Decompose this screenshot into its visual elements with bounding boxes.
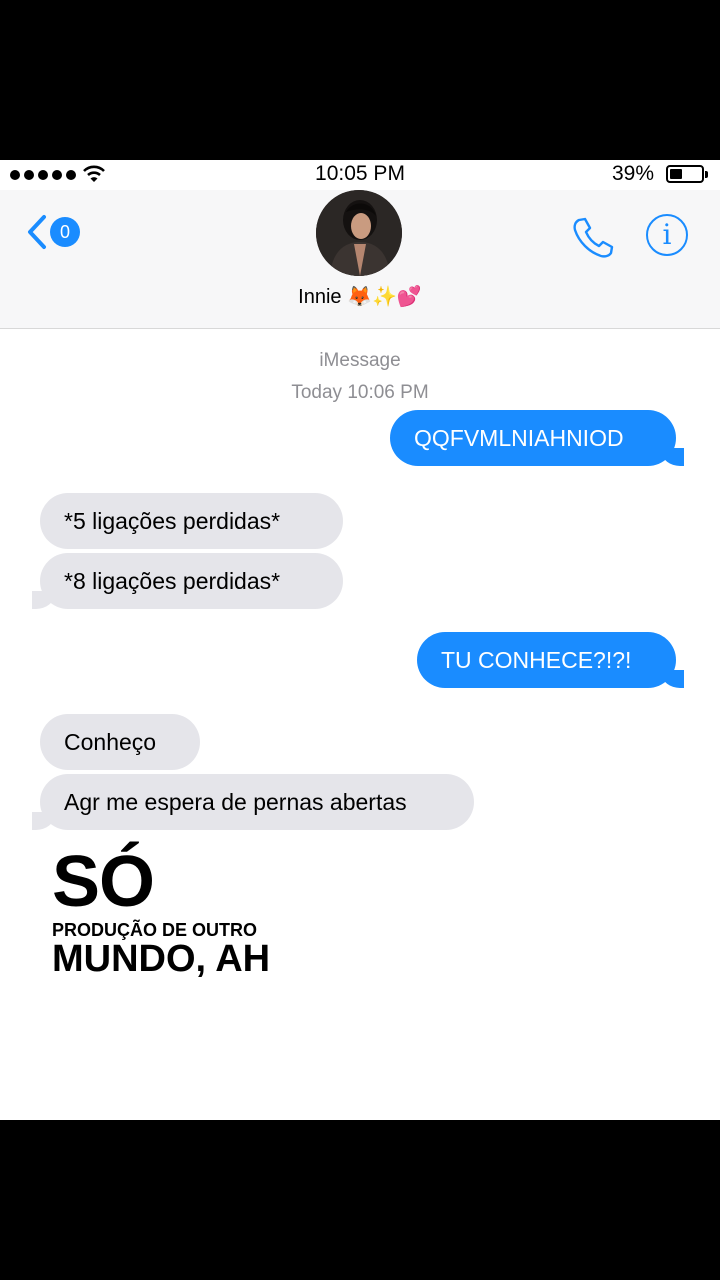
battery-icon: [666, 165, 708, 183]
message-bubble-received[interactable]: Agr me espera de pernas abertas: [32, 774, 474, 830]
service-label: iMessage: [319, 350, 401, 371]
message-bubble-received[interactable]: Conheço: [40, 714, 200, 770]
meme-caption: SÓ PRODUÇÃO DE OUTRO MUNDO, AH: [52, 842, 271, 980]
message-timestamp: Today 10:06 PM: [291, 382, 429, 403]
avatar[interactable]: [316, 190, 402, 276]
conversation-header: 0 Innie 🦊✨💕 i: [0, 190, 720, 329]
caption-line-1: SÓ: [52, 842, 155, 922]
message-bubble-sent[interactable]: QQFVMLNIAHNIOD: [390, 410, 684, 466]
status-bar: 10:05 PM 39%: [0, 160, 720, 190]
contact-name[interactable]: Innie 🦊✨💕: [0, 284, 720, 309]
caption-line-2: PRODUÇÃO DE OUTRO: [52, 920, 258, 940]
unread-badge: 0: [50, 217, 80, 247]
message-bubble-received[interactable]: *8 ligações perdidas*: [32, 553, 343, 609]
info-icon[interactable]: i: [646, 214, 688, 256]
chevron-left-icon: [28, 215, 46, 249]
back-button[interactable]: 0: [26, 214, 80, 250]
phone-icon[interactable]: [570, 214, 616, 260]
caption-line-3: MUNDO, AH: [52, 938, 271, 980]
messages-screen: 10:05 PM 39% 0 Innie 🦊✨💕 i iMessage Toda…: [0, 160, 720, 1120]
message-bubble-sent[interactable]: TU CONHECE?!?!: [417, 632, 684, 688]
message-bubble-received[interactable]: *5 ligações perdidas*: [40, 493, 343, 549]
battery-percent: 39%: [611, 162, 654, 185]
